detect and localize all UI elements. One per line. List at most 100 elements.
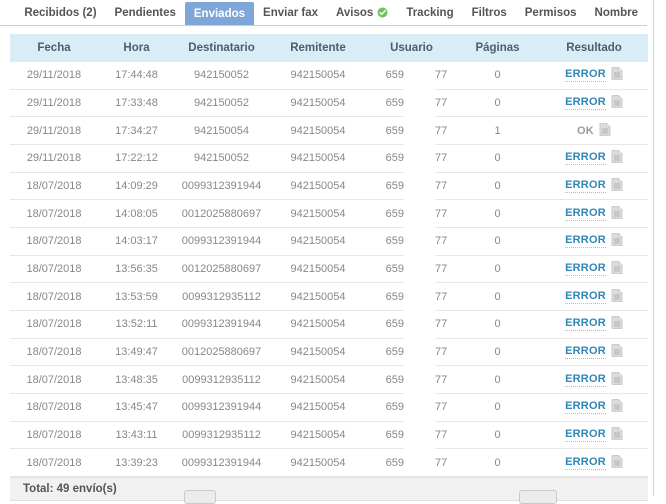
tab-enviados[interactable]: Enviados [185,2,254,25]
cell-resultado: ERROR [540,67,648,83]
cell-resultado: ERROR [540,289,648,305]
total-count-label: Total: 49 envío(s) [23,483,117,495]
document-icon[interactable] [599,123,611,139]
table-row: 18/07/2018 13:56:35 0012025880697 942150… [10,256,648,284]
document-icon[interactable] [611,261,623,277]
document-icon[interactable] [611,289,623,305]
usuario-prefix: 659 [368,429,404,441]
usuario-suffix: 77 [435,346,447,358]
cell-hora: 13:49:47 [98,346,175,358]
usuario-prefix: 659 [368,180,404,192]
error-link[interactable]: ERROR [565,179,606,193]
tab-label: Tracking [406,7,453,19]
tab-tracking[interactable]: Tracking [397,0,462,25]
usuario-suffix: 77 [435,401,447,413]
tab-label: Avisos [336,7,373,19]
cell-remitente: 942150054 [268,152,368,164]
cell-hora: 13:56:35 [98,263,175,275]
tab-nombre[interactable]: Nombre [586,0,647,25]
document-icon[interactable] [611,372,623,388]
cell-hora: 14:09:29 [98,180,175,192]
error-link[interactable]: ERROR [565,428,606,442]
cell-remitente: 942150054 [268,235,368,247]
error-link[interactable]: ERROR [565,290,606,304]
cell-hora: 13:48:35 [98,374,175,386]
error-link[interactable]: ERROR [565,207,606,221]
document-icon[interactable] [611,344,623,360]
tab-label: Pendientes [115,7,176,19]
document-icon[interactable] [611,316,623,332]
error-link[interactable]: ERROR [565,456,606,470]
cell-hora: 14:08:05 [98,208,175,220]
document-icon[interactable] [611,427,623,443]
pager-button-left[interactable] [184,490,216,504]
cell-hora: 17:34:27 [98,125,175,137]
tab-label: Enviar fax [263,7,318,19]
cell-destinatario: 0099312935112 [175,374,268,386]
cell-resultado: ERROR [540,344,648,360]
usuario-prefix: 659 [368,125,404,137]
error-link[interactable]: ERROR [565,68,606,82]
cell-paginas: 0 [455,69,540,81]
cell-resultado: ERROR [540,427,648,443]
error-link[interactable]: ERROR [565,262,606,276]
cell-fecha: 29/11/2018 [10,97,98,109]
error-link[interactable]: ERROR [565,373,606,387]
cell-destinatario: 0099312391944 [175,318,268,330]
usuario-suffix: 77 [435,457,447,469]
document-icon[interactable] [611,178,623,194]
cell-hora: 13:43:11 [98,429,175,441]
table-row: 18/07/2018 13:39:23 0099312391944 942150… [10,449,648,477]
table-row: 18/07/2018 14:09:29 0099312391944 942150… [10,173,648,201]
document-icon[interactable] [611,67,623,83]
usuario-suffix: 77 [435,208,447,220]
tab-permisos[interactable]: Permisos [516,0,586,25]
pager-button-right[interactable] [519,490,557,504]
redaction-overlay [404,62,435,462]
table-row: 18/07/2018 13:48:35 0099312935112 942150… [10,366,648,394]
tab-avisos[interactable]: Avisos [327,0,397,25]
tab-filtros[interactable]: Filtros [463,0,516,25]
error-link[interactable]: ERROR [565,400,606,414]
column-header: Remitente [268,42,368,54]
cell-destinatario: 0012025880697 [175,208,268,220]
document-icon[interactable] [611,150,623,166]
cell-paginas: 0 [455,97,540,109]
cell-fecha: 29/11/2018 [10,69,98,81]
cell-destinatario: 942150054 [175,125,268,137]
usuario-prefix: 659 [368,152,404,164]
document-icon[interactable] [611,206,623,222]
document-icon[interactable] [611,95,623,111]
cell-hora: 17:33:48 [98,97,175,109]
error-link[interactable]: ERROR [565,345,606,359]
cell-fecha: 18/07/2018 [10,429,98,441]
cell-resultado: ERROR [540,178,648,194]
cell-remitente: 942150054 [268,401,368,413]
cell-fecha: 18/07/2018 [10,235,98,247]
cell-remitente: 942150054 [268,318,368,330]
cell-paginas: 0 [455,208,540,220]
cell-resultado: ERROR [540,455,648,471]
error-link[interactable]: ERROR [565,234,606,248]
cell-fecha: 29/11/2018 [10,152,98,164]
cell-paginas: 0 [455,263,540,275]
error-link[interactable]: ERROR [565,151,606,165]
cell-paginas: 0 [455,429,540,441]
column-header: Resultado [540,42,648,54]
tab-pendientes[interactable]: Pendientes [106,0,185,25]
column-header: Usuario [368,42,455,54]
document-icon[interactable] [611,399,623,415]
table-row: 29/11/2018 17:34:27 942150054 942150054 … [10,117,648,145]
document-icon[interactable] [611,455,623,471]
table-row: 18/07/2018 14:03:17 0099312391944 942150… [10,228,648,256]
cell-fecha: 29/11/2018 [10,125,98,137]
cell-paginas: 0 [455,457,540,469]
cell-resultado: ERROR [540,206,648,222]
error-link[interactable]: ERROR [565,96,606,110]
cell-resultado: ERROR [540,95,648,111]
error-link[interactable]: ERROR [565,317,606,331]
tab-enviar-fax[interactable]: Enviar fax [254,0,327,25]
tab-recibidos-2-[interactable]: Recibidos (2) [15,0,105,25]
usuario-prefix: 659 [368,291,404,303]
document-icon[interactable] [611,233,623,249]
